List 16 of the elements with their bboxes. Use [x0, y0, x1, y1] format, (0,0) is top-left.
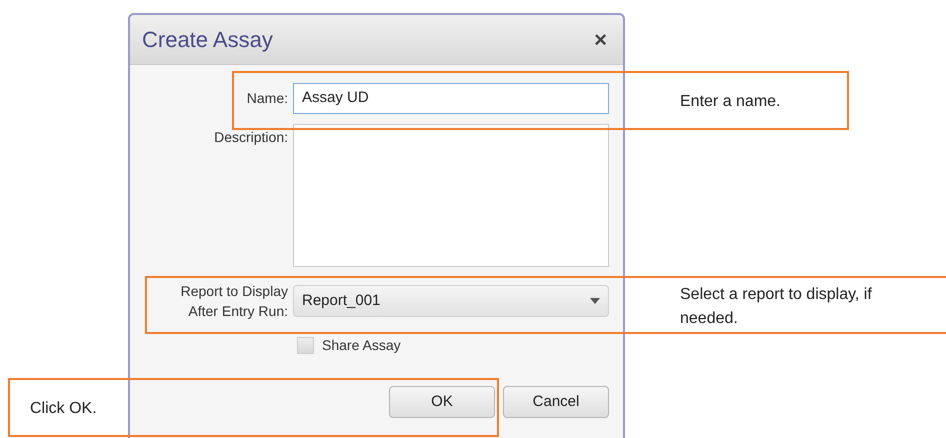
checkbox-label[interactable]: Share Assay [322, 335, 401, 356]
field-label: Report to Display After Entry Run: [180, 282, 288, 321]
callout-text: Select a report to display, if needed. [680, 285, 873, 329]
description-text-area[interactable] [293, 124, 609, 267]
checkbox[interactable] [297, 337, 314, 354]
name-input-field[interactable]: Assay UD [293, 83, 609, 114]
callout-text: Enter a name. [680, 92, 780, 112]
dialog-button[interactable]: OK [389, 386, 495, 418]
field-label: Name: [246, 89, 288, 108]
field-label: Description: [213, 128, 288, 147]
close-button[interactable]: × [590, 28, 611, 50]
dialog-button[interactable]: Cancel [503, 386, 609, 418]
dropdown-arrow-icon [590, 298, 600, 304]
callout-text: Click OK. [30, 399, 97, 419]
window-title: Create Assay [142, 26, 273, 54]
report-dropdown[interactable]: Report_001 [293, 285, 609, 317]
